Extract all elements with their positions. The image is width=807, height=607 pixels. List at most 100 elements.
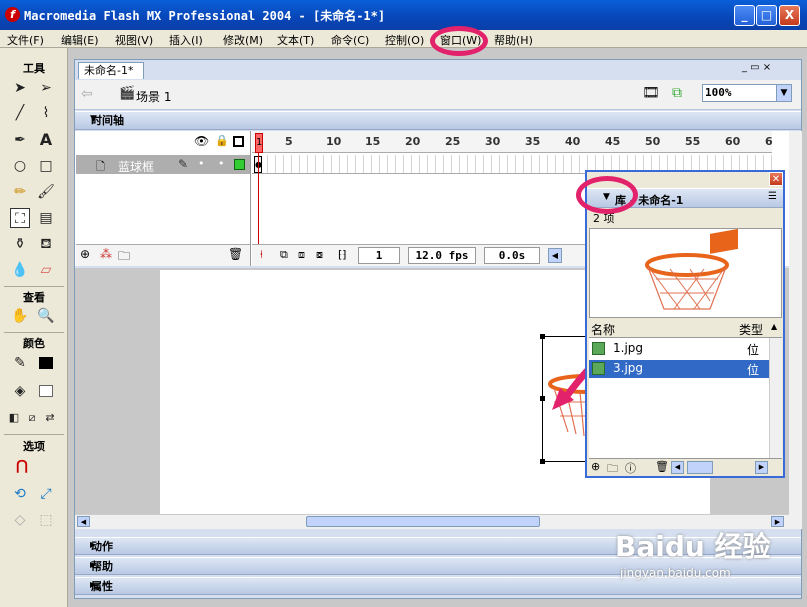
fill-color-icon[interactable]: ◈ (10, 381, 30, 401)
zoom-tool-icon[interactable]: 🔍 (36, 306, 56, 326)
default-colors-icon[interactable]: ◧ (4, 408, 24, 428)
menu-file[interactable]: 文件(F) (7, 32, 44, 48)
transform-handle[interactable] (540, 459, 545, 464)
add-folder-icon[interactable]: 🗀 (118, 247, 130, 268)
library-preview (589, 228, 782, 318)
expand-triangle-icon[interactable]: ▶ (90, 580, 96, 589)
maximize-button[interactable]: □ (756, 5, 777, 26)
playhead[interactable]: 1 (255, 133, 263, 153)
scroll-right-icon[interactable]: ▶ (755, 461, 768, 474)
menu-modify[interactable]: 修改(M) (223, 32, 263, 48)
scrollbar-thumb[interactable] (687, 461, 713, 474)
close-button[interactable]: X (779, 5, 800, 26)
scroll-left-icon[interactable]: ◀ (77, 516, 90, 527)
distort-option-icon[interactable]: ◇ (10, 510, 30, 530)
delete-layer-icon[interactable]: 🗑 (228, 247, 243, 261)
onion-markers-icon[interactable]: ⁅⁆ (338, 248, 347, 261)
line-tool-icon[interactable]: ╱ (10, 103, 30, 123)
stroke-color-swatch[interactable] (36, 353, 56, 373)
expand-triangle-icon[interactable]: ▶ (90, 560, 96, 569)
oval-tool-icon[interactable]: ○ (10, 156, 30, 176)
menu-control[interactable]: 控制(O) (385, 32, 424, 48)
menu-insert[interactable]: 插入(I) (169, 32, 203, 48)
sort-icon[interactable]: ▲ (771, 322, 777, 331)
rectangle-tool-icon[interactable]: □ (36, 156, 56, 176)
expand-triangle-icon[interactable]: ▶ (90, 540, 96, 549)
arrow-tool-icon[interactable]: ➤ (10, 78, 30, 98)
layer-name[interactable]: 蓝球框 (118, 158, 154, 175)
eraser-tool-icon[interactable]: ▱ (36, 260, 56, 280)
ink-bottle-tool-icon[interactable]: ⚱ (10, 234, 30, 254)
timeline-header[interactable]: 时间轴 (75, 111, 801, 130)
fill-color-swatch[interactable] (36, 381, 56, 401)
list-item[interactable]: 1.jpg 位图 (589, 340, 769, 374)
frame-number: 30 (485, 135, 501, 148)
options-menu-icon[interactable]: ☰ (768, 191, 777, 202)
outline-color-swatch[interactable] (234, 159, 245, 170)
close-icon[interactable]: ✕ (769, 172, 783, 186)
elapsed-time: 0.0s (484, 247, 540, 264)
new-symbol-icon[interactable]: ⊕ (591, 460, 600, 473)
brush-tool-icon[interactable]: 🖌 (36, 182, 56, 202)
menu-edit[interactable]: 编辑(E) (61, 32, 99, 48)
minimize-button[interactable]: _ (734, 5, 755, 26)
add-guide-layer-icon[interactable]: ⁂ (100, 247, 112, 261)
swap-colors-icon[interactable]: ⇄ (40, 408, 60, 428)
scroll-right-icon[interactable]: ▶ (771, 516, 784, 527)
vertical-scrollbar[interactable] (789, 131, 802, 529)
onion-skin-icon[interactable]: ⧉ (280, 248, 288, 262)
visibility-dot[interactable]: • (198, 157, 205, 170)
center-frame-icon[interactable]: ⍿ (260, 248, 263, 262)
onion-outline-icon[interactable]: ⧈ (298, 248, 305, 262)
menu-text[interactable]: 文本(T) (277, 32, 314, 48)
fill-transform-tool-icon[interactable]: ▤ (36, 208, 56, 228)
menu-view[interactable]: 视图(V) (115, 32, 153, 48)
name-column-header[interactable]: 名称 (591, 321, 615, 338)
eye-icon[interactable]: 👁 (194, 134, 209, 148)
frame-number: 40 (565, 135, 581, 148)
type-column-header[interactable]: 类型 (739, 321, 763, 338)
menu-help[interactable]: 帮助(H) (494, 32, 533, 48)
pen-tool-icon[interactable]: ✒ (10, 130, 30, 150)
scale-option-icon[interactable]: ⤢ (36, 484, 56, 504)
collapse-triangle-icon[interactable]: ▼ (90, 114, 97, 124)
outline-icon[interactable] (233, 136, 244, 147)
back-arrow-icon[interactable]: ⇦ (81, 86, 93, 102)
paint-bucket-tool-icon[interactable]: ⛾ (36, 234, 56, 254)
scrollbar-thumb[interactable] (306, 516, 540, 527)
stroke-color-icon[interactable]: ✎ (10, 353, 30, 373)
list-item[interactable]: 3.jpg 位图 (589, 360, 769, 394)
scroll-left-icon[interactable]: ◀ (548, 248, 562, 263)
frame-number: 20 (405, 135, 421, 148)
edit-multiple-icon[interactable]: ⧇ (316, 248, 323, 262)
library-vertical-scrollbar[interactable] (769, 338, 782, 458)
edit-scene-icon[interactable]: 🎞 (642, 85, 660, 101)
document-window-controls[interactable]: _ ▭ × (742, 62, 771, 73)
new-folder-icon[interactable]: 🗀 (607, 460, 618, 479)
scene-label[interactable]: 场景 1 (136, 88, 171, 105)
scroll-left-icon[interactable]: ◀ (671, 461, 684, 474)
transform-handle[interactable] (540, 396, 545, 401)
chevron-down-icon[interactable]: ▼ (776, 85, 791, 101)
edit-symbol-icon[interactable]: ⧉ (672, 85, 682, 101)
rotate-option-icon[interactable]: ⟲ (10, 484, 30, 504)
lock-icon[interactable]: 🔒 (215, 134, 229, 147)
free-transform-tool-icon[interactable]: ⛶ (10, 208, 30, 228)
eyedropper-tool-icon[interactable]: 💧 (10, 260, 30, 280)
lasso-tool-icon[interactable]: ⌇ (36, 103, 56, 123)
properties-icon[interactable]: ⓘ (625, 460, 636, 476)
snap-magnet-icon[interactable]: ⋂ (12, 456, 32, 476)
envelope-option-icon[interactable]: ⬚ (36, 510, 56, 530)
menu-commands[interactable]: 命令(C) (331, 32, 369, 48)
text-tool-icon[interactable]: A (36, 130, 56, 150)
frame-rate[interactable]: 12.0 fps (408, 247, 476, 264)
add-layer-icon[interactable]: ⊕ (80, 247, 90, 261)
hand-tool-icon[interactable]: ✋ (10, 306, 30, 326)
lock-dot[interactable]: • (218, 157, 225, 170)
pencil-tool-icon[interactable]: ✏ (10, 182, 30, 202)
transform-handle[interactable] (540, 334, 545, 339)
document-tab[interactable]: 未命名-1* (78, 62, 144, 79)
no-color-icon[interactable]: ⧄ (22, 408, 42, 428)
subselect-tool-icon[interactable]: ➢ (36, 78, 56, 98)
delete-icon[interactable]: 🗑 (655, 460, 669, 473)
